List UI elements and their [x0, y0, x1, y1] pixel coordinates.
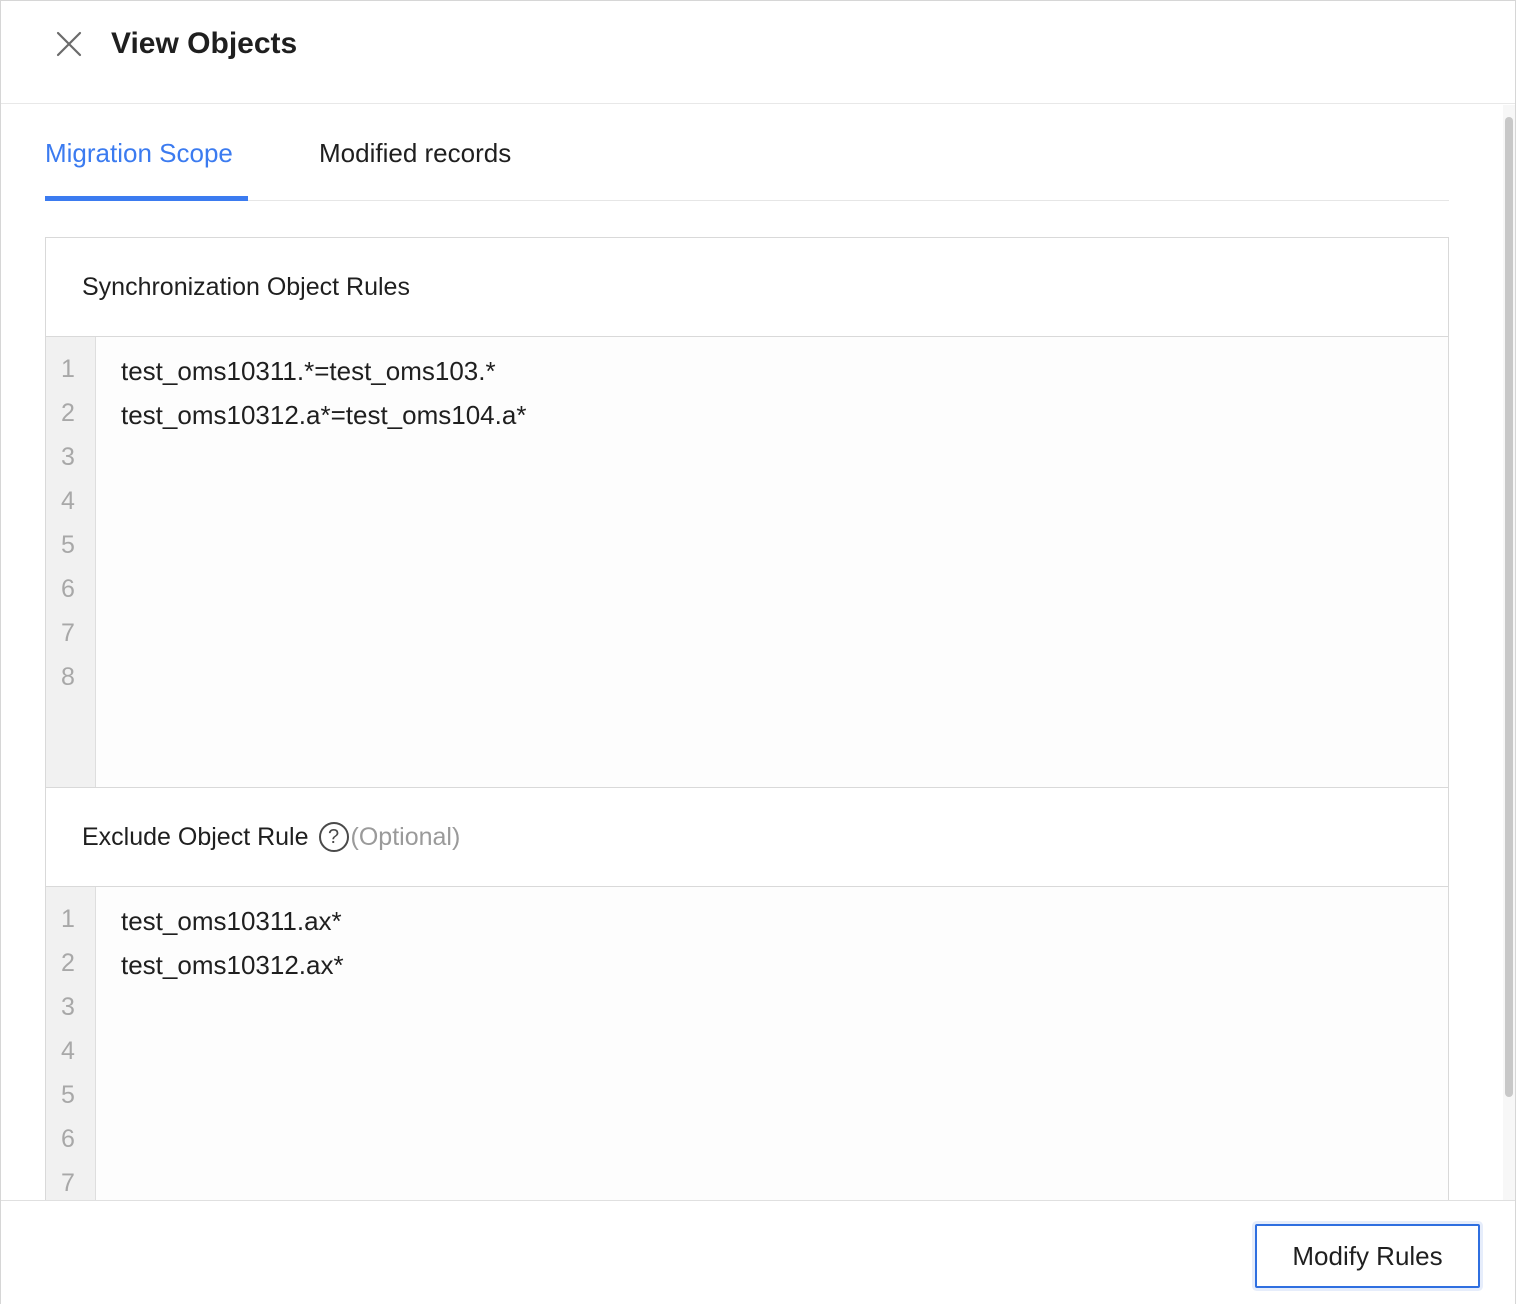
line-number: 7	[61, 619, 75, 647]
code-line: test_oms10311.*=test_oms103.*	[121, 356, 496, 386]
sync-rules-header: Synchronization Object Rules	[46, 238, 1448, 337]
tab-bar: Migration Scope Modified records	[45, 105, 1449, 201]
code-line: test_oms10312.a*=test_oms104.a*	[121, 400, 527, 430]
code-line: test_oms10311.ax*	[121, 906, 342, 936]
exclude-rules-title-row: Exclude Object Rule ? (Optional)	[82, 822, 460, 852]
active-tab-indicator	[45, 196, 248, 201]
line-number: 6	[61, 575, 75, 603]
exclude-rules-gutter: 1 2 3 4 5 6 7	[46, 887, 96, 1200]
line-number: 5	[61, 531, 75, 559]
line-number: 3	[61, 443, 75, 471]
exclude-rules-editor[interactable]: 1 2 3 4 5 6 7 test_oms10311.ax* test_oms…	[46, 887, 1448, 1200]
line-number: 4	[61, 487, 75, 515]
scrollbar-thumb[interactable]	[1505, 117, 1513, 1097]
sync-rules-editor[interactable]: 1 2 3 4 5 6 7 8 test_oms10311.*=test_oms…	[46, 337, 1448, 788]
line-number: 2	[61, 949, 75, 977]
line-number: 4	[61, 1037, 75, 1065]
tab-modified-records[interactable]: Modified records	[319, 135, 511, 171]
line-number: 5	[61, 1081, 75, 1109]
line-number: 6	[61, 1125, 75, 1153]
code-line: test_oms10312.ax*	[121, 950, 344, 980]
exclude-rules-header: Exclude Object Rule ? (Optional)	[46, 788, 1448, 887]
sync-rules-title: Synchronization Object Rules	[82, 273, 410, 301]
sync-rules-panel: Synchronization Object Rules 1 2 3 4 5 6…	[45, 237, 1449, 789]
sync-rules-gutter: 1 2 3 4 5 6 7 8	[46, 337, 96, 788]
close-button[interactable]	[53, 28, 85, 60]
line-number: 1	[61, 355, 75, 383]
exclude-rules-panel: Exclude Object Rule ? (Optional) 1 2 3 4…	[45, 787, 1449, 1200]
line-number: 2	[61, 399, 75, 427]
dialog-body: Migration Scope Modified records Synchro…	[1, 105, 1515, 1200]
line-number: 1	[61, 905, 75, 933]
close-icon	[56, 31, 82, 57]
line-number: 8	[61, 663, 75, 691]
line-number: 3	[61, 993, 75, 1021]
optional-label: (Optional)	[350, 823, 461, 851]
exclude-rules-title: Exclude Object Rule	[82, 823, 309, 851]
view-objects-dialog: View Objects Migration Scope Modified re…	[0, 0, 1516, 1305]
dialog-footer: Modify Rules	[1, 1200, 1515, 1305]
dialog-header: View Objects	[1, 1, 1515, 104]
line-number: 7	[61, 1169, 75, 1197]
dialog-title: View Objects	[111, 27, 298, 60]
tab-migration-scope[interactable]: Migration Scope	[45, 135, 233, 171]
vertical-scrollbar[interactable]	[1503, 105, 1515, 1200]
modify-rules-button[interactable]: Modify Rules	[1255, 1224, 1480, 1288]
question-circle-icon[interactable]: ?	[318, 822, 349, 852]
